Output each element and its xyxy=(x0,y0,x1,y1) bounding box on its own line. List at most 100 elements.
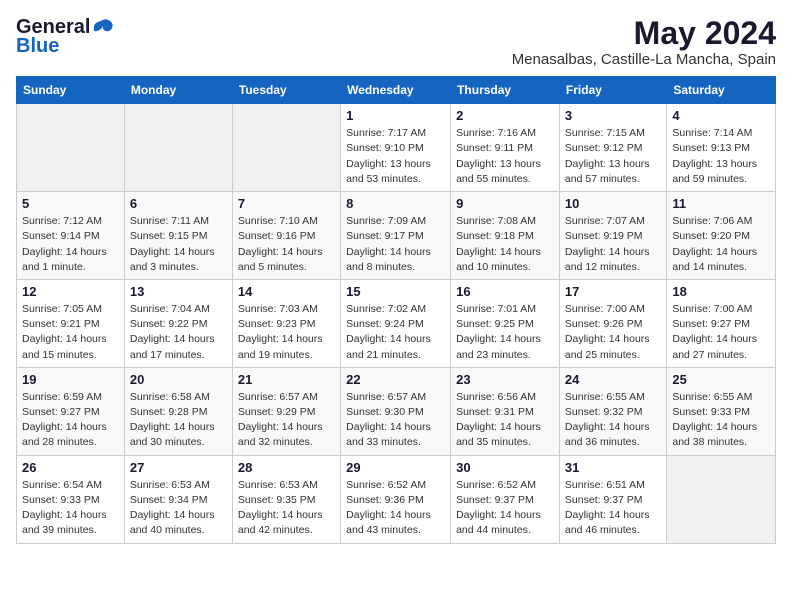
calendar-cell xyxy=(17,104,125,192)
day-info: Sunrise: 7:04 AMSunset: 9:22 PMDaylight:… xyxy=(130,302,227,363)
day-number: 15 xyxy=(346,284,445,299)
calendar-cell: 23 Sunrise: 6:56 AMSunset: 9:31 PMDayligh… xyxy=(451,367,560,455)
calendar-cell xyxy=(667,455,776,543)
day-number: 4 xyxy=(672,108,770,123)
day-info: Sunrise: 6:52 AMSunset: 9:37 PMDaylight:… xyxy=(456,478,554,539)
calendar-cell: 29 Sunrise: 6:52 AMSunset: 9:36 PMDayligh… xyxy=(341,455,451,543)
day-number: 29 xyxy=(346,460,445,475)
day-number: 14 xyxy=(238,284,335,299)
day-info: Sunrise: 6:53 AMSunset: 9:35 PMDaylight:… xyxy=(238,478,335,539)
day-number: 25 xyxy=(672,372,770,387)
calendar-cell: 17 Sunrise: 7:00 AMSunset: 9:26 PMDayligh… xyxy=(559,279,666,367)
calendar-cell: 22 Sunrise: 6:57 AMSunset: 9:30 PMDayligh… xyxy=(341,367,451,455)
day-number: 22 xyxy=(346,372,445,387)
day-number: 10 xyxy=(565,196,661,211)
day-info: Sunrise: 6:55 AMSunset: 9:33 PMDaylight:… xyxy=(672,390,770,451)
day-info: Sunrise: 7:15 AMSunset: 9:12 PMDaylight:… xyxy=(565,126,661,187)
weekday-header: Monday xyxy=(124,77,232,104)
day-number: 28 xyxy=(238,460,335,475)
day-info: Sunrise: 7:07 AMSunset: 9:19 PMDaylight:… xyxy=(565,214,661,275)
calendar-cell: 11Sunrise: 7:06 AMSunset: 9:20 PMDayligh… xyxy=(667,192,776,280)
calendar-cell: 15 Sunrise: 7:02 AMSunset: 9:24 PMDayligh… xyxy=(341,279,451,367)
day-info: Sunrise: 7:05 AMSunset: 9:21 PMDaylight:… xyxy=(22,302,119,363)
day-number: 16 xyxy=(456,284,554,299)
calendar-cell: 12 Sunrise: 7:05 AMSunset: 9:21 PMDayligh… xyxy=(17,279,125,367)
day-info: Sunrise: 6:59 AMSunset: 9:27 PMDaylight:… xyxy=(22,390,119,451)
weekday-header: Saturday xyxy=(667,77,776,104)
day-number: 8 xyxy=(346,196,445,211)
title-area: May 2024 Menasalbas, Castille-La Mancha,… xyxy=(512,16,776,68)
day-number: 3 xyxy=(565,108,661,123)
day-number: 2 xyxy=(456,108,554,123)
day-info: Sunrise: 7:00 AMSunset: 9:27 PMDaylight:… xyxy=(672,302,770,363)
day-number: 30 xyxy=(456,460,554,475)
day-info: Sunrise: 7:11 AMSunset: 9:15 PMDaylight:… xyxy=(130,214,227,275)
day-number: 17 xyxy=(565,284,661,299)
day-number: 6 xyxy=(130,196,227,211)
weekday-header: Friday xyxy=(559,77,666,104)
month-title: May 2024 xyxy=(512,16,776,51)
calendar-cell: 2 Sunrise: 7:16 AMSunset: 9:11 PMDaylight… xyxy=(451,104,560,192)
day-info: Sunrise: 7:01 AMSunset: 9:25 PMDaylight:… xyxy=(456,302,554,363)
calendar-cell: 6 Sunrise: 7:11 AMSunset: 9:15 PMDaylight… xyxy=(124,192,232,280)
day-number: 12 xyxy=(22,284,119,299)
day-number: 23 xyxy=(456,372,554,387)
day-number: 18 xyxy=(672,284,770,299)
day-number: 11 xyxy=(672,196,770,211)
day-info: Sunrise: 6:51 AMSunset: 9:37 PMDaylight:… xyxy=(565,478,661,539)
day-number: 26 xyxy=(22,460,119,475)
day-info: Sunrise: 6:57 AMSunset: 9:29 PMDaylight:… xyxy=(238,390,335,451)
calendar-cell: 4 Sunrise: 7:14 AMSunset: 9:13 PMDaylight… xyxy=(667,104,776,192)
day-info: Sunrise: 7:14 AMSunset: 9:13 PMDaylight:… xyxy=(672,126,770,187)
logo: General Blue xyxy=(16,16,114,58)
calendar-cell: 16 Sunrise: 7:01 AMSunset: 9:25 PMDayligh… xyxy=(451,279,560,367)
calendar-cell: 14 Sunrise: 7:03 AMSunset: 9:23 PMDayligh… xyxy=(232,279,340,367)
calendar-cell: 31 Sunrise: 6:51 AMSunset: 9:37 PMDayligh… xyxy=(559,455,666,543)
day-info: Sunrise: 6:58 AMSunset: 9:28 PMDaylight:… xyxy=(130,390,227,451)
day-info: Sunrise: 6:54 AMSunset: 9:33 PMDaylight:… xyxy=(22,478,119,539)
location-title: Menasalbas, Castille-La Mancha, Spain xyxy=(512,51,776,68)
calendar-cell: 24 Sunrise: 6:55 AMSunset: 9:32 PMDayligh… xyxy=(559,367,666,455)
day-number: 19 xyxy=(22,372,119,387)
calendar-cell: 19 Sunrise: 6:59 AMSunset: 9:27 PMDayligh… xyxy=(17,367,125,455)
day-info: Sunrise: 7:03 AMSunset: 9:23 PMDaylight:… xyxy=(238,302,335,363)
calendar-cell: 3 Sunrise: 7:15 AMSunset: 9:12 PMDaylight… xyxy=(559,104,666,192)
calendar-table: SundayMondayTuesdayWednesdayThursdayFrid… xyxy=(16,76,776,543)
day-info: Sunrise: 7:17 AMSunset: 9:10 PMDaylight:… xyxy=(346,126,445,187)
day-info: Sunrise: 6:56 AMSunset: 9:31 PMDaylight:… xyxy=(456,390,554,451)
day-info: Sunrise: 7:09 AMSunset: 9:17 PMDaylight:… xyxy=(346,214,445,275)
day-info: Sunrise: 6:55 AMSunset: 9:32 PMDaylight:… xyxy=(565,390,661,451)
day-info: Sunrise: 7:00 AMSunset: 9:26 PMDaylight:… xyxy=(565,302,661,363)
weekday-header: Sunday xyxy=(17,77,125,104)
day-info: Sunrise: 7:12 AMSunset: 9:14 PMDaylight:… xyxy=(22,214,119,275)
calendar-cell: 27Sunrise: 6:53 AMSunset: 9:34 PMDayligh… xyxy=(124,455,232,543)
calendar-cell: 21 Sunrise: 6:57 AMSunset: 9:29 PMDayligh… xyxy=(232,367,340,455)
weekday-header: Thursday xyxy=(451,77,560,104)
day-info: Sunrise: 7:08 AMSunset: 9:18 PMDaylight:… xyxy=(456,214,554,275)
day-info: Sunrise: 7:02 AMSunset: 9:24 PMDaylight:… xyxy=(346,302,445,363)
calendar-cell: 28 Sunrise: 6:53 AMSunset: 9:35 PMDayligh… xyxy=(232,455,340,543)
calendar-cell: 25 Sunrise: 6:55 AMSunset: 9:33 PMDayligh… xyxy=(667,367,776,455)
day-number: 27 xyxy=(130,460,227,475)
calendar-cell: 5 Sunrise: 7:12 AMSunset: 9:14 PMDaylight… xyxy=(17,192,125,280)
day-number: 24 xyxy=(565,372,661,387)
day-number: 20 xyxy=(130,372,227,387)
weekday-header: Wednesday xyxy=(341,77,451,104)
day-info: Sunrise: 6:52 AMSunset: 9:36 PMDaylight:… xyxy=(346,478,445,539)
weekday-header: Tuesday xyxy=(232,77,340,104)
day-number: 7 xyxy=(238,196,335,211)
calendar-cell: 13Sunrise: 7:04 AMSunset: 9:22 PMDayligh… xyxy=(124,279,232,367)
calendar-cell xyxy=(232,104,340,192)
day-number: 5 xyxy=(22,196,119,211)
day-info: Sunrise: 7:16 AMSunset: 9:11 PMDaylight:… xyxy=(456,126,554,187)
day-number: 31 xyxy=(565,460,661,475)
calendar-cell: 30 Sunrise: 6:52 AMSunset: 9:37 PMDayligh… xyxy=(451,455,560,543)
calendar-cell xyxy=(124,104,232,192)
logo-bird-icon xyxy=(92,18,114,34)
calendar-cell: 20 Sunrise: 6:58 AMSunset: 9:28 PMDayligh… xyxy=(124,367,232,455)
calendar-cell: 1Sunrise: 7:17 AMSunset: 9:10 PMDaylight… xyxy=(341,104,451,192)
day-number: 9 xyxy=(456,196,554,211)
day-number: 21 xyxy=(238,372,335,387)
day-info: Sunrise: 6:57 AMSunset: 9:30 PMDaylight:… xyxy=(346,390,445,451)
calendar-cell: 7Sunrise: 7:10 AMSunset: 9:16 PMDaylight… xyxy=(232,192,340,280)
